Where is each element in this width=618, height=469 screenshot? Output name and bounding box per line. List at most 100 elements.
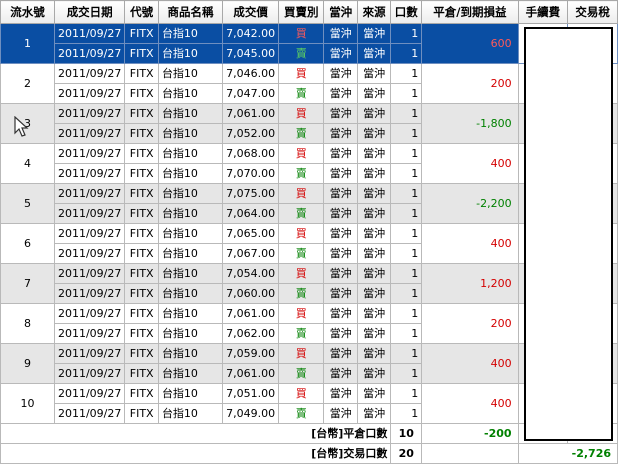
summary-trade-qty: 20 [390,443,423,464]
cell-price: 7,052.00 [222,123,280,144]
cell-date: 2011/09/27 [53,283,126,304]
cell-qty: 1 [390,183,423,204]
cell-qty: 1 [390,223,423,244]
cell-price: 7,049.00 [222,403,280,424]
cell-serial: 9 [0,343,55,384]
col-header-price[interactable]: 成交價 [222,0,280,24]
col-header-qty[interactable]: 口數 [390,0,423,24]
cell-source: 當沖 [356,103,392,124]
cell-side: 買 [278,343,325,364]
cell-qty: 1 [390,403,423,424]
cell-date: 2011/09/27 [53,163,126,184]
summary-close-label: [台幣]平倉口數 [0,423,392,444]
cell-source: 當沖 [356,63,392,84]
cell-source: 當沖 [356,243,392,264]
cell-price: 7,062.00 [222,323,280,344]
cell-date: 2011/09/27 [53,403,126,424]
cell-serial: 1 [0,23,55,64]
cell-date: 2011/09/27 [53,263,126,284]
cell-qty: 1 [390,243,423,264]
cell-daytrade: 當沖 [323,243,358,264]
cell-date: 2011/09/27 [53,23,126,44]
cell-source: 當沖 [356,383,392,404]
cell-daytrade: 當沖 [323,23,358,44]
col-header-code[interactable]: 代號 [124,0,159,24]
cell-pnl: 400 [421,143,519,184]
cell-code: FITX [124,263,159,284]
cell-date: 2011/09/27 [53,183,126,204]
summary-trade-spacer [421,443,519,464]
cell-code: FITX [124,63,159,84]
cell-name: 台指10 [157,123,224,144]
cell-serial: 4 [0,143,55,184]
cell-qty: 1 [390,383,423,404]
cell-name: 台指10 [157,23,224,44]
cell-name: 台指10 [157,323,224,344]
col-header-pnl[interactable]: 平倉/到期損益 [421,0,519,24]
cell-daytrade: 當沖 [323,123,358,144]
col-header-date[interactable]: 成交日期 [53,0,126,24]
summary-close-pnl: -200 [421,423,519,444]
cell-qty: 1 [390,43,423,64]
cell-price: 7,068.00 [222,143,280,164]
cell-date: 2011/09/27 [53,363,126,384]
col-header-fee[interactable]: 手續費 [517,0,569,24]
cell-price: 7,060.00 [222,283,280,304]
cell-code: FITX [124,323,159,344]
cell-daytrade: 當沖 [323,383,358,404]
cell-price: 7,064.00 [222,203,280,224]
cell-price: 7,065.00 [222,223,280,244]
col-header-daytrade[interactable]: 當沖 [323,0,358,24]
cell-daytrade: 當沖 [323,63,358,84]
cell-source: 當沖 [356,83,392,104]
cell-name: 台指10 [157,303,224,324]
cell-pnl: 400 [421,223,519,264]
cell-daytrade: 當沖 [323,303,358,324]
cell-side: 買 [278,103,325,124]
cell-daytrade: 當沖 [323,143,358,164]
cell-serial: 2 [0,63,55,104]
cell-name: 台指10 [157,143,224,164]
col-header-name[interactable]: 商品名稱 [157,0,224,24]
col-header-source[interactable]: 來源 [356,0,392,24]
cell-qty: 1 [390,103,423,124]
cell-pnl: 400 [421,383,519,424]
cell-daytrade: 當沖 [323,43,358,64]
cell-serial: 6 [0,223,55,264]
cell-side: 買 [278,223,325,244]
cell-side: 賣 [278,163,325,184]
col-header-side[interactable]: 買賣別 [278,0,325,24]
cell-name: 台指10 [157,183,224,204]
cell-daytrade: 當沖 [323,323,358,344]
cell-name: 台指10 [157,83,224,104]
cell-price: 7,051.00 [222,383,280,404]
header-row: 流水號 成交日期 代號 商品名稱 成交價 買賣別 當沖 來源 口數 平倉/到期損… [0,0,618,24]
cell-source: 當沖 [356,403,392,424]
cell-source: 當沖 [356,343,392,364]
cell-daytrade: 當沖 [323,183,358,204]
cell-name: 台指10 [157,63,224,84]
cell-side: 賣 [278,123,325,144]
cell-code: FITX [124,163,159,184]
cell-price: 7,042.00 [222,23,280,44]
cell-qty: 1 [390,363,423,384]
cell-qty: 1 [390,343,423,364]
cell-date: 2011/09/27 [53,303,126,324]
cell-side: 買 [278,23,325,44]
cell-name: 台指10 [157,343,224,364]
cell-price: 7,061.00 [222,303,280,324]
cell-code: FITX [124,223,159,244]
col-header-tax[interactable]: 交易稅 [567,0,618,24]
cell-qty: 1 [390,83,423,104]
cell-price: 7,059.00 [222,343,280,364]
cell-source: 當沖 [356,123,392,144]
cell-price: 7,045.00 [222,43,280,64]
cell-code: FITX [124,123,159,144]
cell-date: 2011/09/27 [53,143,126,164]
col-header-serial[interactable]: 流水號 [0,0,55,24]
cell-name: 台指10 [157,383,224,404]
cell-qty: 1 [390,123,423,144]
cell-name: 台指10 [157,263,224,284]
cell-code: FITX [124,143,159,164]
cell-side: 買 [278,263,325,284]
